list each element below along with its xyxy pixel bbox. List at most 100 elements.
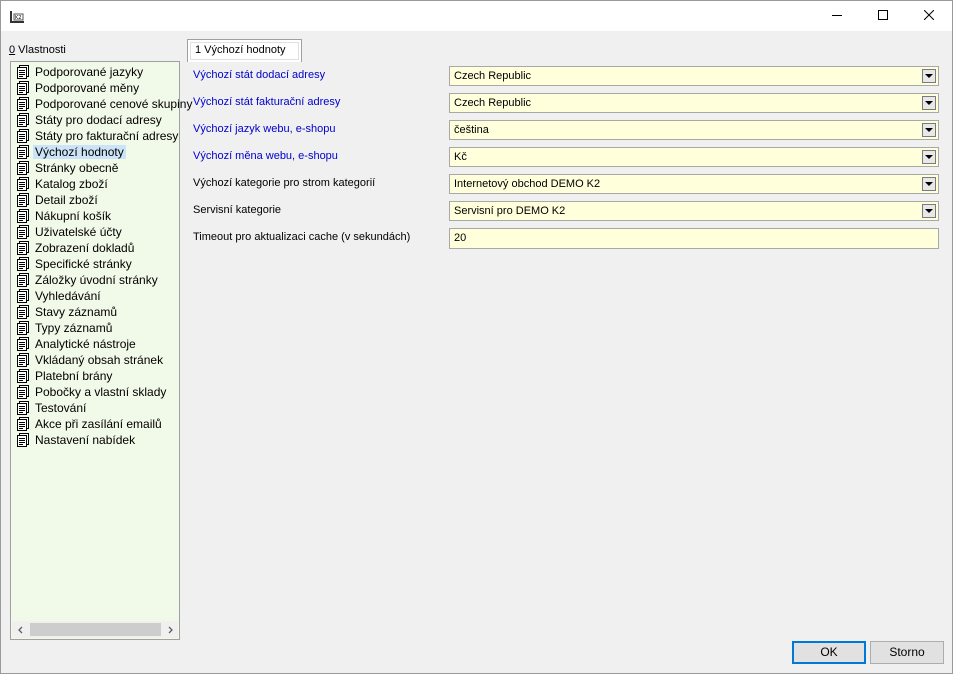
tab-default-values[interactable]: 1 Výchozí hodnoty xyxy=(187,39,302,62)
field-dropdown[interactable]: Servisní pro DEMO K2 xyxy=(449,201,939,221)
tree-item-label: Typy záznamů xyxy=(35,321,113,335)
properties-tree[interactable]: Podporované jazyky Podporované měny Podpor… xyxy=(10,61,192,640)
field-label: Výchozí měna webu, e-shopu xyxy=(193,150,338,162)
document-icon xyxy=(17,369,31,383)
tree-item[interactable]: Zobrazení dokladů xyxy=(11,240,179,256)
document-icon xyxy=(17,193,31,207)
tree-item-label: Platební brány xyxy=(35,369,113,383)
tree-item[interactable]: Nákupní košík xyxy=(11,208,179,224)
scroll-left-icon[interactable] xyxy=(12,621,29,638)
tree-item-label: Státy pro dodací adresy xyxy=(35,113,162,127)
svg-text:K2: K2 xyxy=(15,15,21,21)
tree-item[interactable]: Nastavení nabídek xyxy=(11,432,179,448)
tree-item[interactable]: Podporované měny xyxy=(11,80,179,96)
field-dropdown[interactable]: Kč xyxy=(449,147,939,167)
field-label: Výchozí stát dodací adresy xyxy=(193,69,326,81)
tree-item[interactable]: Platební brány xyxy=(11,368,179,384)
tree-item[interactable]: Uživatelské účty xyxy=(11,224,179,240)
tab-strip: 1 Výchozí hodnoty xyxy=(187,39,948,62)
field-dropdown[interactable]: Czech Republic xyxy=(449,93,939,113)
field-dropdown[interactable]: Czech Republic xyxy=(449,66,939,86)
document-icon xyxy=(17,145,31,159)
tree-item-label: Podporované jazyky xyxy=(35,65,144,79)
document-icon xyxy=(17,65,31,79)
document-icon xyxy=(17,417,31,431)
dropdown-arrow-icon[interactable] xyxy=(922,177,936,191)
form-row: Výchozí stát dodací adresy Czech Republic xyxy=(187,66,948,86)
properties-panel-label: 0 Vlastnosti xyxy=(9,44,66,56)
tree-item-label: Nastavení nabídek xyxy=(35,433,136,447)
form-row: Servisní kategorie Servisní pro DEMO K2 xyxy=(187,201,948,221)
dropdown-arrow-icon[interactable] xyxy=(922,150,936,164)
document-icon xyxy=(17,433,31,447)
tree-item[interactable]: Výchozí hodnoty xyxy=(11,144,179,160)
tree-item[interactable]: Státy pro dodací adresy xyxy=(11,112,179,128)
dropdown-arrow-icon[interactable] xyxy=(922,96,936,110)
tree-item[interactable]: Vyhledávání xyxy=(11,288,179,304)
dropdown-value: Czech Republic xyxy=(454,70,532,82)
title-bar: K2 xyxy=(1,1,952,31)
tree-item-label: Podporované měny xyxy=(35,81,140,95)
maximize-icon xyxy=(878,9,888,23)
scrollbar-thumb[interactable] xyxy=(30,623,161,636)
dropdown-arrow-icon[interactable] xyxy=(922,69,936,83)
properties-window: K2 0 Vlastnosti Podporované jazyky Podpor… xyxy=(0,0,953,674)
tree-list: Podporované jazyky Podporované měny Podpor… xyxy=(11,64,192,448)
dropdown-arrow-icon[interactable] xyxy=(922,204,936,218)
panel-label-text: Vlastnosti xyxy=(15,44,66,56)
document-icon xyxy=(17,385,31,399)
document-icon xyxy=(17,401,31,415)
tree-item[interactable]: Podporované jazyky xyxy=(11,64,179,80)
tree-item[interactable]: Testování xyxy=(11,400,179,416)
tree-item[interactable]: Katalog zboží xyxy=(11,176,179,192)
tree-item-label: Katalog zboží xyxy=(35,177,108,191)
tree-item[interactable]: Typy záznamů xyxy=(11,320,179,336)
close-icon xyxy=(923,9,935,23)
minimize-button[interactable] xyxy=(814,1,860,31)
dropdown-value: Czech Republic xyxy=(454,97,532,109)
dropdown-value: Internetový obchod DEMO K2 xyxy=(454,178,601,190)
scroll-right-icon[interactable] xyxy=(161,621,178,638)
tree-item[interactable]: Analytické nástroje xyxy=(11,336,179,352)
horizontal-scrollbar[interactable] xyxy=(12,621,178,638)
tree-item-label: Akce při zasílání emailů xyxy=(35,417,162,431)
cache-timeout-input[interactable]: 20 xyxy=(449,228,939,249)
maximize-button[interactable] xyxy=(860,1,906,31)
tree-item[interactable]: Specifické stránky xyxy=(11,256,179,272)
close-button[interactable] xyxy=(906,1,952,31)
document-icon xyxy=(17,113,31,127)
document-icon xyxy=(17,209,31,223)
dropdown-value: Kč xyxy=(454,151,467,163)
tree-item[interactable]: Záložky úvodní stránky xyxy=(11,272,179,288)
document-icon xyxy=(17,97,31,111)
field-label: Výchozí jazyk webu, e-shopu xyxy=(193,123,336,135)
document-icon xyxy=(17,273,31,287)
document-icon xyxy=(17,337,31,351)
tree-item-label: Uživatelské účty xyxy=(35,225,122,239)
tree-item[interactable]: Vkládaný obsah stránek xyxy=(11,352,179,368)
ok-button[interactable]: OK xyxy=(792,641,866,664)
document-icon xyxy=(17,129,31,143)
tree-item-label: Vkládaný obsah stránek xyxy=(35,353,164,367)
tree-item-label: Vyhledávání xyxy=(35,289,101,303)
tree-item[interactable]: Pobočky a vlastní sklady xyxy=(11,384,179,400)
tree-item[interactable]: Akce při zasílání emailů xyxy=(11,416,179,432)
tree-item-label: Pobočky a vlastní sklady xyxy=(35,385,167,399)
tree-item[interactable]: Podporované cenové skupiny xyxy=(11,96,192,112)
tree-item[interactable]: Stavy záznamů xyxy=(11,304,179,320)
field-dropdown[interactable]: Internetový obchod DEMO K2 xyxy=(449,174,939,194)
tree-item-label: Testování xyxy=(35,401,87,415)
tree-item[interactable]: Stránky obecně xyxy=(11,160,179,176)
tree-item-label: Zobrazení dokladů xyxy=(35,241,135,255)
form-row: Výchozí jazyk webu, e-shopu čeština xyxy=(187,120,948,140)
k2-app-icon: K2 xyxy=(9,8,25,24)
tree-item-label: Analytické nástroje xyxy=(35,337,136,351)
dropdown-arrow-icon[interactable] xyxy=(922,123,936,137)
tree-item[interactable]: Státy pro fakturační adresy xyxy=(11,128,179,144)
cancel-button[interactable]: Storno xyxy=(870,641,944,664)
document-icon xyxy=(17,81,31,95)
field-label: Timeout pro aktualizaci cache (v sekundá… xyxy=(193,231,411,243)
tree-item[interactable]: Detail zboží xyxy=(11,192,179,208)
field-label: Výchozí stát fakturační adresy xyxy=(193,96,341,108)
field-dropdown[interactable]: čeština xyxy=(449,120,939,140)
